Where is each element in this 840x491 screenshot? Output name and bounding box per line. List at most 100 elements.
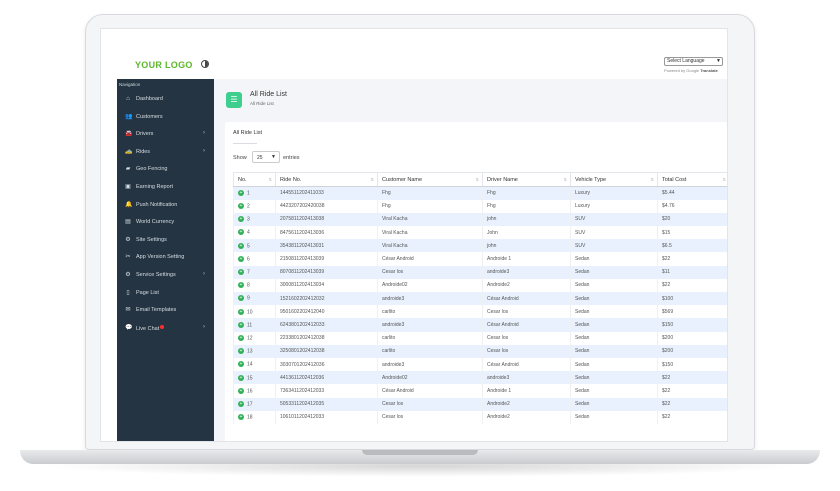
expand-row-icon[interactable]: + [238, 216, 244, 223]
table-row[interactable]: +16 7363411202412033 César Android Androide… [233, 384, 727, 398]
ride-table: No. ⇅ Ride No. ⇅ Customer Name ⇅ Driver Name ⇅ V… [233, 172, 727, 424]
cell-value: Sedan [575, 374, 590, 381]
expand-row-icon[interactable]: + [238, 361, 244, 368]
table-cell: César Android [482, 357, 571, 372]
sidebar-item-world-currency[interactable]: ▤ World Currency [117, 215, 214, 229]
table-row[interactable]: +10 9501602202412040 carlito Cesar los Sedan… [233, 305, 727, 319]
horizontal-scrollbar[interactable] [233, 441, 728, 442]
cell-value: Androide02 [382, 374, 408, 381]
sidebar-item-customers[interactable]: 👥 Customers [117, 110, 214, 124]
table-cell: Luxury [570, 199, 658, 213]
sidebar-item-page-list[interactable]: ▯ Page List [117, 286, 214, 300]
language-select[interactable]: Select Language ▼ [664, 57, 723, 66]
expand-row-icon[interactable]: + [238, 400, 244, 407]
cell-value: $569 [662, 308, 674, 315]
cell-value: 6 [247, 256, 250, 263]
sidebar-item-label: Rides [136, 149, 150, 155]
column-header-no[interactable]: No. ⇅ [233, 172, 276, 187]
expand-row-icon[interactable]: + [238, 414, 244, 421]
ride-icon: 🚕 [125, 148, 133, 155]
expand-row-icon[interactable]: + [238, 229, 244, 236]
chat-icon: 💬 [125, 324, 133, 331]
table-cell: 3250801202412038 [275, 344, 378, 358]
cell-value: César Android [382, 256, 414, 263]
sidebar-item-earning-report[interactable]: ▣ Earning Report [117, 180, 214, 194]
cell-value: 10 [247, 308, 253, 315]
column-header-vehicle-type[interactable]: Vehicle Type ⇅ [570, 172, 658, 187]
sidebar-item-service-settings[interactable]: ⚙ Service Settings › [117, 268, 214, 282]
table-cell: +18 [233, 410, 276, 424]
cell-value: Androide2 [487, 401, 510, 408]
column-header-total-cost[interactable]: Total Cost ⇅ [657, 172, 727, 187]
table-row[interactable]: +3 2075811202413038 Viral Kacha john SUV $20 [233, 212, 727, 227]
cell-value: Sedan [575, 269, 590, 276]
sidebar-item-drivers[interactable]: 🚘 Drivers › [117, 127, 214, 141]
cell-value: john [487, 242, 497, 249]
expand-row-icon[interactable]: + [238, 374, 244, 381]
table-row[interactable]: +17 5053311202412035 Cesar los Androide2 Sed… [233, 397, 727, 411]
table-header-row: No. ⇅ Ride No. ⇅ Customer Name ⇅ Driver Name ⇅ V… [233, 172, 727, 187]
page-title: All Ride List [250, 91, 287, 98]
column-header-ride-no[interactable]: Ride No. ⇅ [275, 172, 378, 187]
sidebar-item-label: Page List [136, 290, 159, 296]
table-row[interactable]: +15 4413611202412036 Androide02 androide3 Se… [233, 371, 727, 385]
table-row[interactable]: +12 2233801202412038 carlito Cesar los Sedan… [233, 331, 727, 345]
table-row[interactable]: +11 6243801202412033 androide3 César Androi… [233, 318, 727, 332]
table-row[interactable]: +18 1061011202412033 Cesar los Androide2 Sed… [233, 410, 727, 424]
sidebar-item-dashboard[interactable]: ⌂ Dashboard [117, 92, 214, 106]
expand-row-icon[interactable]: + [238, 321, 244, 328]
powered-by-brand: Google [686, 68, 700, 73]
sidebar-item-email-templates[interactable]: ✉ Email Templates [117, 303, 214, 317]
table-row[interactable]: +6 2150811202413039 César Android Androide … [233, 252, 727, 266]
expand-row-icon[interactable]: + [238, 348, 244, 355]
table-row[interactable]: +4 8475611202413036 Viral Kacha John SUV $15 [233, 226, 727, 240]
sidebar-item-site-settings[interactable]: ⚙ Site Settings [117, 233, 214, 247]
table-cell: $22 [657, 410, 727, 424]
sidebar-item-push-notification[interactable]: 🔔 Push Notification [117, 198, 214, 212]
expand-row-icon[interactable]: + [238, 242, 244, 249]
expand-row-icon[interactable]: + [238, 308, 244, 315]
table-cell: +5 [233, 239, 276, 253]
table-row[interactable]: +1 1445511202411033 Fhg Fhg Luxury $5.44 [233, 186, 727, 200]
table-cell: +12 [233, 331, 276, 345]
expand-row-icon[interactable]: + [238, 190, 244, 197]
table-cell: +16 [233, 384, 276, 398]
column-header-customer-name[interactable]: Customer Name ⇅ [377, 172, 483, 187]
cell-value: César Android [382, 387, 414, 394]
sidebar-item-live-chat[interactable]: 💬 Live Chat › [117, 321, 214, 335]
sidebar-heading: Navigation [119, 82, 141, 87]
theme-toggle-icon[interactable] [201, 60, 209, 68]
expand-row-icon[interactable]: + [238, 334, 244, 341]
cell-value: SUV [575, 229, 586, 236]
translate-link[interactable]: Translate [700, 68, 718, 73]
table-row[interactable]: +8 3000811202413034 Androide02 Androide2 Sed… [233, 278, 727, 292]
expand-row-icon[interactable]: + [238, 269, 244, 276]
expand-row-icon[interactable]: + [238, 203, 244, 210]
table-row[interactable]: +9 1521602202412032 androide3 César Android… [233, 292, 727, 306]
table-cell: +9 [233, 292, 276, 306]
sidebar-item-rides[interactable]: 🚕 Rides › [117, 145, 214, 159]
table-row[interactable]: +2 4423207202420038 Fhg Fhg Luxury $4.76 [233, 199, 727, 213]
sidebar-item-app-version-setting[interactable]: ✂ App Version Setting [117, 250, 214, 264]
table-row[interactable]: +14 3030701202412036 androide3 César Androi… [233, 357, 727, 372]
ride-list-card: All Ride List Show 25 ▼ entries No. ⇅ Ride… [225, 122, 728, 442]
table-cell: 3000811202413034 [275, 278, 378, 292]
cell-value: 13 [247, 348, 253, 355]
table-row[interactable]: +13 3250801202412038 carlito Cesar los Sedan… [233, 344, 727, 358]
table-row[interactable]: +5 3543811202413031 Viral Kacha john SUV $6.5 [233, 239, 727, 253]
table-cell: 2150811202413039 [275, 252, 378, 266]
column-header-label: Driver Name [487, 176, 518, 183]
entries-per-page-select[interactable]: 25 ▼ [252, 151, 280, 163]
cell-value: 12 [247, 335, 253, 342]
expand-row-icon[interactable]: + [238, 387, 244, 394]
table-cell: 6243801202412033 [275, 318, 378, 332]
table-cell: Sedan [570, 292, 658, 306]
column-header-driver-name[interactable]: Driver Name ⇅ [482, 172, 571, 187]
expand-row-icon[interactable]: + [238, 282, 244, 289]
expand-row-icon[interactable]: + [238, 295, 244, 302]
sidebar-item-geo-fencing[interactable]: ▰ Geo Fencing [117, 162, 214, 176]
table-row[interactable]: +7 8070811202413039 Cesar los androide3 Seda… [233, 265, 727, 279]
cell-value: $5.44 [662, 190, 675, 197]
expand-row-icon[interactable]: + [238, 255, 244, 262]
table-cell: 1061011202412033 [275, 410, 378, 424]
